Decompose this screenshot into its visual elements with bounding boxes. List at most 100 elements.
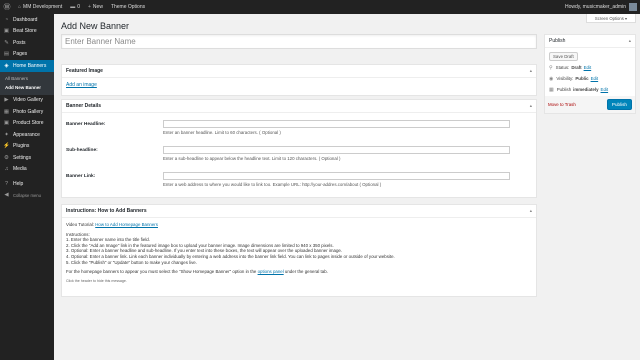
publish-time-row: ▦ Publish immediately Edit (545, 84, 635, 95)
headline-row: Banner Headline: (66, 122, 162, 127)
instructions-header[interactable]: Instructions: How to Add Banners ▴ (62, 205, 536, 218)
calendar-icon: ▦ (549, 86, 554, 93)
appearance-icon: ✦ (4, 131, 9, 138)
banner-link-label: Banner Link: (66, 174, 96, 179)
toggle-arrow-icon[interactable]: ▴ (530, 208, 532, 214)
new-content-link[interactable]: + New (84, 0, 107, 14)
avatar (629, 3, 637, 11)
sidebar-item-media[interactable]: ♫ Media (0, 164, 54, 176)
page-title: Add New Banner (61, 21, 130, 31)
store-icon: ▣ (3, 120, 10, 127)
sidebar-item-label: Photo Gallery (13, 108, 44, 115)
comments-count: 0 (77, 4, 80, 10)
sidebar-item-home-banners[interactable]: ◈ Home Banners (0, 60, 54, 72)
sidebar-item-label: Media (13, 166, 27, 173)
edit-status-link[interactable]: Edit (584, 65, 592, 70)
store-icon: ▣ (3, 28, 10, 35)
video-prefix: Video Tutorial: (66, 222, 94, 227)
banner-name-input[interactable] (61, 34, 537, 49)
publish-header[interactable]: Publish ▴ (545, 35, 635, 48)
sidebar-item-settings[interactable]: ⚙ Settings (0, 152, 54, 164)
sidebar-item-label: Video Gallery (13, 97, 43, 104)
subheadline-input[interactable] (163, 146, 510, 154)
sidebar-item-label: Home Banners (13, 62, 47, 69)
status-label: Status: (555, 65, 570, 70)
sidebar-item-video-gallery[interactable]: ▶ Video Gallery (0, 95, 54, 107)
banner-link-input[interactable] (163, 172, 510, 180)
sidebar-item-product-store[interactable]: ▣ Product Store (0, 118, 54, 130)
visibility-label: Visibility: (556, 76, 574, 81)
toggle-arrow-icon[interactable]: ▴ (629, 38, 631, 44)
add-image-link[interactable]: Add an image (66, 82, 97, 88)
status-value: Draft (571, 65, 582, 70)
site-name-link[interactable]: ⌂ MM Development (14, 0, 66, 14)
sidebar-item-plugins[interactable]: ⚡ Plugins (0, 141, 54, 153)
video-icon: ▶ (4, 97, 9, 104)
pin-icon: ✎ (4, 39, 9, 46)
theme-options-link[interactable]: Theme Options (107, 0, 149, 14)
move-to-trash-link[interactable]: Move to Trash (548, 102, 576, 107)
banner-link-row: Banner Link: (66, 174, 162, 179)
site-name-label: MM Development (23, 4, 63, 10)
submenu-add-new-banner[interactable]: Add New Banner (0, 83, 54, 92)
subheadline-label: Sub-headline: (66, 148, 98, 153)
sidebar-item-beat-store[interactable]: ▣ Beat Store (0, 26, 54, 38)
help-icon: ? (4, 180, 9, 187)
sidebar-item-label: Help (13, 180, 24, 187)
publish-title: Publish (549, 38, 566, 44)
greeting-label: Howdy, musicmaker_admin (564, 4, 626, 10)
wordpress-logo-icon[interactable]: Ⓦ (0, 0, 14, 14)
sidebar-item-pages[interactable]: ▤ Pages (0, 49, 54, 61)
sidebar-item-posts[interactable]: ✎ Posts (0, 37, 54, 49)
sidebar-item-photo-gallery[interactable]: ▦ Photo Gallery (0, 106, 54, 118)
banner-details-box: Banner Details ▴ Banner Headline: Enter a… (61, 99, 537, 198)
banner-details-title: Banner Details (66, 103, 102, 109)
publish-button[interactable]: Publish (606, 99, 632, 110)
sidebar-item-label: Posts (13, 39, 26, 46)
page-icon: ▤ (3, 51, 10, 58)
plugin-icon: ⚡ (3, 143, 10, 150)
collapse-icon: ◀ (4, 192, 9, 199)
note-prefix: For the homepage banners to appear you m… (66, 269, 257, 275)
sidebar-item-label: Pages (13, 51, 28, 58)
toggle-arrow-icon[interactable]: ▴ (530, 103, 532, 109)
headline-input[interactable] (163, 120, 510, 128)
comments-link[interactable]: ▬ 0 (66, 0, 84, 14)
options-panel-link[interactable]: options panel (258, 269, 284, 274)
note-suffix: under the general tab. (284, 269, 328, 275)
video-tutorial-link[interactable]: How to Add Homepage Banners (95, 222, 158, 227)
hide-message-hint: Click the header to hide this message. (66, 278, 127, 283)
dashboard-icon: ◔ (4, 16, 9, 23)
visibility-row: ◉ Visibility: Public Edit (545, 73, 635, 84)
screen-options-button[interactable]: Screen Options ▾ (586, 14, 636, 23)
instructions-body: Video Tutorial: How to Add Homepage Bann… (62, 218, 536, 288)
edit-publish-time-link[interactable]: Edit (601, 87, 609, 92)
plus-icon: + (88, 4, 91, 10)
sidebar-item-help[interactable]: ? Help (0, 178, 54, 190)
featured-image-title: Featured Image (66, 68, 103, 74)
sidebar-item-label: Plugins (13, 143, 30, 150)
banner-link-help: Enter a web address to where you would l… (163, 182, 382, 187)
subheadline-help: Enter a sub-headline to appear below the… (163, 156, 341, 161)
banner-details-header[interactable]: Banner Details ▴ (62, 100, 536, 113)
toggle-arrow-icon[interactable]: ▴ (530, 68, 532, 74)
sidebar-item-label: Settings (13, 154, 32, 161)
banner-icon: ◈ (4, 62, 9, 69)
featured-image-header[interactable]: Featured Image ▴ (62, 65, 536, 78)
sidebar-item-dashboard[interactable]: ◔ Dashboard (0, 14, 54, 26)
admin-sidebar: ◔ Dashboard ▣ Beat Store ✎ Posts ▤ Pages ◈ Ho… (0, 14, 54, 360)
sidebar-item-appearance[interactable]: ✦ Appearance (0, 129, 54, 141)
sidebar-item-label: Dashboard (13, 16, 38, 23)
submenu-all-banners[interactable]: All Banners (0, 74, 54, 83)
collapse-menu-button[interactable]: ◀ Collapse menu (0, 190, 54, 202)
pin-icon: ⚲ (549, 64, 553, 71)
edit-visibility-link[interactable]: Edit (591, 76, 599, 81)
visibility-value: Public (575, 76, 589, 81)
status-row: ⚲ Status: Draft Edit (545, 62, 635, 73)
home-banners-submenu: All Banners Add New Banner (0, 71, 54, 95)
my-account-link[interactable]: Howdy, musicmaker_admin (561, 0, 640, 14)
save-draft-button[interactable]: Save Draft (549, 52, 578, 61)
new-label: New (92, 4, 103, 10)
headline-help: Enter an banner headline. Limit to 60 ch… (163, 130, 281, 135)
photo-icon: ▦ (3, 108, 10, 115)
